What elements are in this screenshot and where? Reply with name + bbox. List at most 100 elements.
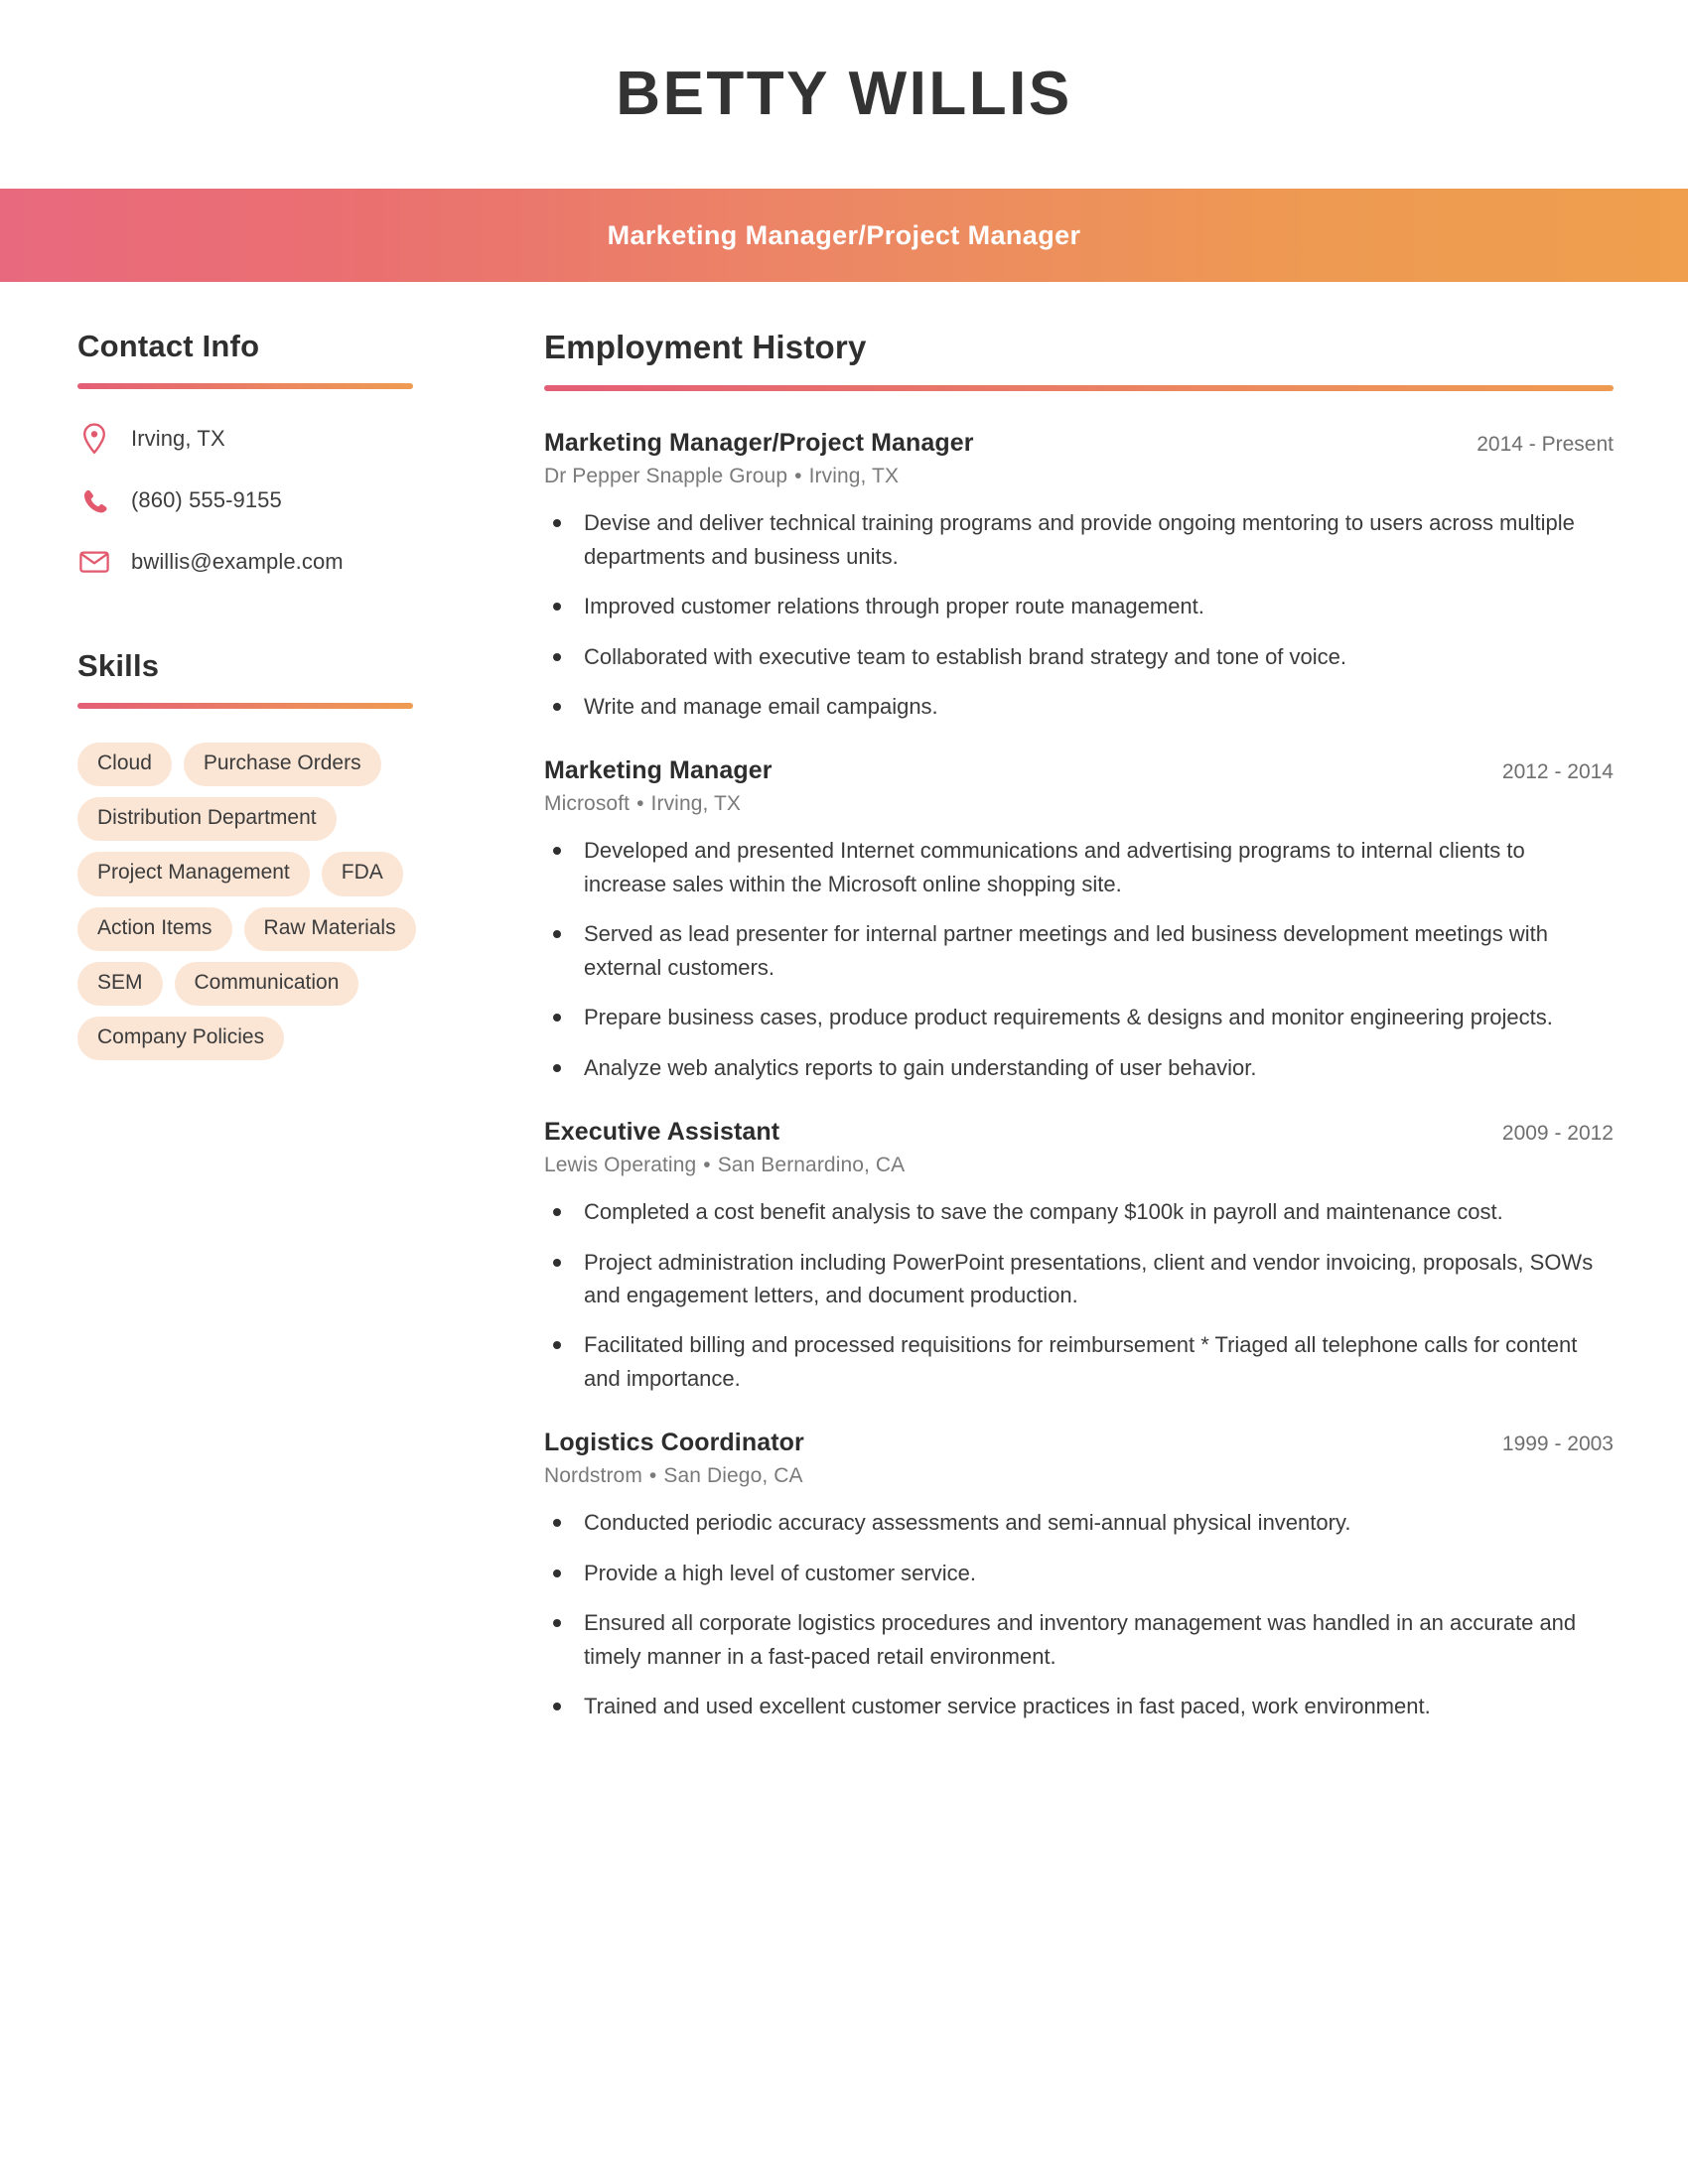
job-dates: 2012 - 2014 xyxy=(1501,760,1614,784)
job-bullet-text: Project administration including PowerPo… xyxy=(584,1249,1594,1307)
bullet-dot-icon xyxy=(553,1258,561,1267)
location-pin-icon xyxy=(77,423,111,455)
job-bullet: Developed and presented Internet communi… xyxy=(544,834,1614,900)
bullet-dot-icon xyxy=(553,603,561,612)
job-bullet: Served as lead presenter for internal pa… xyxy=(544,917,1614,984)
resume-header: BETTY WILLIS xyxy=(0,0,1688,189)
bullet-dot-icon xyxy=(553,1703,561,1711)
job-separator-icon: • xyxy=(636,792,644,816)
job-separator-icon: • xyxy=(648,1464,657,1488)
job-location: Irving, TX xyxy=(650,792,742,816)
job-bullet-text: Completed a cost benefit analysis to sav… xyxy=(584,1199,1503,1225)
job-company: Dr Pepper Snapple Group xyxy=(544,465,788,488)
resume-body: Contact Info Irving, TX (860) 555-9155 b… xyxy=(0,282,1688,1756)
bullet-dot-icon xyxy=(553,652,561,661)
phone-icon xyxy=(77,484,111,516)
contact-info-heading: Contact Info xyxy=(77,329,260,363)
job-bullet: Improved customer relations through prop… xyxy=(544,590,1614,622)
job-subheader: Lewis Operating • San Bernardino, CA xyxy=(544,1154,1614,1177)
envelope-icon xyxy=(77,546,111,578)
job-location: Irving, TX xyxy=(808,465,900,488)
job-bullet: Analyze web analytics reports to gain un… xyxy=(544,1051,1614,1084)
job-bullet: Facilitated billing and processed requis… xyxy=(544,1328,1614,1395)
job-bullet-text: Developed and presented Internet communi… xyxy=(584,838,1525,896)
main-column: Employment History Marketing Manager/Pro… xyxy=(457,329,1688,1756)
employment-history-heading: Employment History xyxy=(544,329,867,365)
job-separator-icon: • xyxy=(794,465,802,488)
contact-item-email[interactable]: bwillis@example.com xyxy=(77,546,457,578)
skills-divider xyxy=(77,703,413,710)
job-bullet: Collaborated with executive team to esta… xyxy=(544,640,1614,673)
bullet-dot-icon xyxy=(553,1519,561,1528)
job-location: San Bernardino, CA xyxy=(717,1154,906,1177)
skills-section: Skills Cloud Purchase Orders Distribution … xyxy=(77,648,457,1061)
employment-list: Marketing Manager/Project Manager 2014 - … xyxy=(544,429,1614,1722)
job-bullet: Provide a high level of customer service… xyxy=(544,1557,1614,1589)
bullet-dot-icon xyxy=(553,703,561,712)
skill-pill: Purchase Orders xyxy=(183,743,381,787)
header-gradient-bar: Marketing Manager/Project Manager xyxy=(0,189,1688,282)
job-bullet: Prepare business cases, produce product … xyxy=(544,1001,1614,1033)
sidebar: Contact Info Irving, TX (860) 555-9155 b… xyxy=(0,329,457,1756)
contact-location-value: Irving, TX xyxy=(131,426,225,452)
job-company: Nordstrom xyxy=(544,1464,642,1488)
job-dates: 2009 - 2012 xyxy=(1501,1122,1614,1146)
job-bullet-text: Served as lead presenter for internal pa… xyxy=(584,921,1548,980)
candidate-name: BETTY WILLIS xyxy=(616,60,1072,128)
contact-divider xyxy=(77,383,413,390)
job-bullet-text: Improved customer relations through prop… xyxy=(584,594,1204,619)
skill-pill: SEM xyxy=(77,961,163,1006)
job-company: Microsoft xyxy=(544,792,631,816)
job-subheader: Microsoft • Irving, TX xyxy=(544,792,1614,816)
job-bullet: Conducted periodic accuracy assessments … xyxy=(544,1506,1614,1539)
job-title: Marketing Manager/Project Manager xyxy=(544,429,974,458)
job-entry: Executive Assistant 2009 - 2012 Lewis Oper… xyxy=(544,1118,1614,1395)
bullet-dot-icon xyxy=(553,1619,561,1628)
skill-pill: Communication xyxy=(174,961,359,1006)
job-dates: 1999 - 2003 xyxy=(1501,1433,1614,1456)
job-bullet-text: Trained and used excellent customer serv… xyxy=(584,1694,1431,1719)
job-header: Logistics Coordinator 1999 - 2003 xyxy=(544,1429,1614,1457)
job-bullet: Ensured all corporate logistics procedur… xyxy=(544,1606,1614,1673)
contact-info-section: Contact Info Irving, TX (860) 555-9155 b… xyxy=(77,329,457,578)
contact-list: Irving, TX (860) 555-9155 bwillis@exampl… xyxy=(77,423,457,578)
job-bullet-list: Devise and deliver technical training pr… xyxy=(544,506,1614,723)
job-bullet-list: Completed a cost benefit analysis to sav… xyxy=(544,1195,1614,1395)
job-dates: 2014 - Present xyxy=(1477,433,1614,457)
job-bullet-text: Collaborated with executive team to esta… xyxy=(584,643,1347,669)
job-bullet-text: Conducted periodic accuracy assessments … xyxy=(584,1510,1351,1536)
bullet-dot-icon xyxy=(553,519,561,528)
bullet-dot-icon xyxy=(553,1063,561,1072)
job-header: Marketing Manager 2012 - 2014 xyxy=(544,756,1614,785)
job-bullet: Completed a cost benefit analysis to sav… xyxy=(544,1195,1614,1228)
job-location: San Diego, CA xyxy=(663,1464,803,1488)
job-entry: Logistics Coordinator 1999 - 2003 Nordstro… xyxy=(544,1429,1614,1722)
contact-item-location[interactable]: Irving, TX xyxy=(77,423,457,455)
employment-divider xyxy=(544,385,1614,392)
job-header: Executive Assistant 2009 - 2012 xyxy=(544,1118,1614,1147)
job-bullet-text: Analyze web analytics reports to gain un… xyxy=(584,1054,1257,1080)
skill-pill: FDA xyxy=(321,852,403,896)
bullet-dot-icon xyxy=(553,1208,561,1217)
contact-item-phone[interactable]: (860) 555-9155 xyxy=(77,484,457,516)
bullet-dot-icon xyxy=(553,1014,561,1023)
job-title: Executive Assistant xyxy=(544,1118,780,1147)
job-bullet-text: Provide a high level of customer service… xyxy=(584,1560,976,1585)
contact-phone-value: (860) 555-9155 xyxy=(131,487,282,513)
job-company: Lewis Operating xyxy=(544,1154,697,1177)
job-title: Marketing Manager xyxy=(544,756,773,785)
job-bullet-list: Conducted periodic accuracy assessments … xyxy=(544,1506,1614,1722)
job-subheader: Nordstrom • San Diego, CA xyxy=(544,1464,1614,1488)
job-bullet-text: Prepare business cases, produce product … xyxy=(584,1005,1553,1030)
contact-email-value: bwillis@example.com xyxy=(131,549,344,575)
job-bullet-list: Developed and presented Internet communi… xyxy=(544,834,1614,1084)
job-bullet-text: Devise and deliver technical training pr… xyxy=(584,510,1575,569)
bullet-dot-icon xyxy=(553,930,561,939)
skills-list: Cloud Purchase Orders Distribution Departm… xyxy=(77,743,457,1061)
job-bullet-text: Facilitated billing and processed requis… xyxy=(584,1332,1578,1391)
skill-pill: Company Policies xyxy=(77,1016,285,1061)
job-subheader: Dr Pepper Snapple Group • Irving, TX xyxy=(544,465,1614,488)
job-bullet-text: Write and manage email campaigns. xyxy=(584,694,938,720)
skill-pill: Project Management xyxy=(77,852,310,896)
job-bullet: Devise and deliver technical training pr… xyxy=(544,506,1614,573)
